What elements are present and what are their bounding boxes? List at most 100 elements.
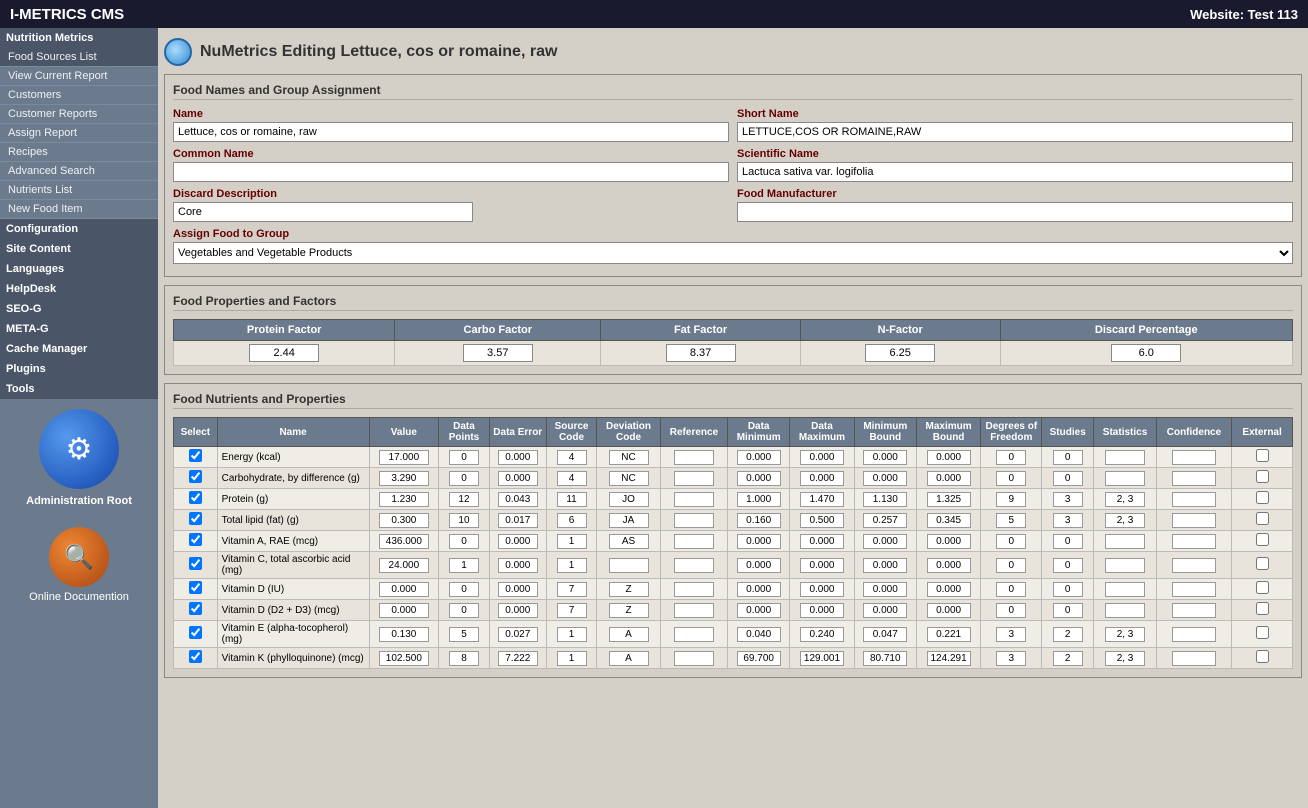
row-de-2[interactable]	[498, 492, 538, 507]
row-dmax-1[interactable]	[800, 471, 844, 486]
discard-desc-input[interactable]	[173, 202, 473, 222]
row-dc-6[interactable]	[609, 582, 649, 597]
row-maxb-9[interactable]	[927, 651, 971, 666]
sidebar-item-assign-report[interactable]: Assign Report	[0, 124, 158, 143]
row-dp-6[interactable]	[449, 582, 479, 597]
row-studies-2[interactable]	[1053, 492, 1083, 507]
row-maxb-8[interactable]	[927, 627, 971, 642]
row-value-4[interactable]	[379, 534, 429, 549]
row-conf-2[interactable]	[1172, 492, 1216, 507]
row-de-4[interactable]	[498, 534, 538, 549]
row-ext-9[interactable]	[1256, 650, 1269, 663]
row-dmin-1[interactable]	[737, 471, 781, 486]
row-stats-3[interactable]	[1105, 513, 1145, 528]
row-dc-0[interactable]	[609, 450, 649, 465]
row-select-0[interactable]	[189, 449, 202, 462]
row-dof-5[interactable]	[996, 558, 1026, 573]
row-sc-6[interactable]	[557, 582, 587, 597]
row-dmin-8[interactable]	[737, 627, 781, 642]
name-input[interactable]	[173, 122, 729, 142]
fat-factor-input[interactable]	[666, 344, 736, 362]
row-ref-8[interactable]	[674, 627, 714, 642]
row-dmin-6[interactable]	[737, 582, 781, 597]
row-dc-8[interactable]	[609, 627, 649, 642]
row-value-3[interactable]	[379, 513, 429, 528]
row-sc-1[interactable]	[557, 471, 587, 486]
row-minb-0[interactable]	[863, 450, 907, 465]
row-dc-3[interactable]	[609, 513, 649, 528]
row-ext-1[interactable]	[1256, 470, 1269, 483]
row-value-6[interactable]	[379, 582, 429, 597]
row-maxb-4[interactable]	[927, 534, 971, 549]
row-ref-9[interactable]	[674, 651, 714, 666]
row-dc-2[interactable]	[609, 492, 649, 507]
row-ext-2[interactable]	[1256, 491, 1269, 504]
row-dof-9[interactable]	[996, 651, 1026, 666]
row-dof-0[interactable]	[996, 450, 1026, 465]
row-conf-6[interactable]	[1172, 582, 1216, 597]
row-dp-5[interactable]	[449, 558, 479, 573]
row-select-7[interactable]	[189, 602, 202, 615]
row-stats-7[interactable]	[1105, 603, 1145, 618]
row-select-4[interactable]	[189, 533, 202, 546]
row-studies-8[interactable]	[1053, 627, 1083, 642]
row-de-8[interactable]	[498, 627, 538, 642]
protein-factor-input[interactable]	[249, 344, 319, 362]
row-dof-7[interactable]	[996, 603, 1026, 618]
sidebar-item-food-sources[interactable]: Food Sources List	[0, 48, 158, 67]
sidebar-item-new-food[interactable]: New Food Item	[0, 200, 158, 219]
row-conf-3[interactable]	[1172, 513, 1216, 528]
row-studies-9[interactable]	[1053, 651, 1083, 666]
row-dmin-2[interactable]	[737, 492, 781, 507]
row-stats-5[interactable]	[1105, 558, 1145, 573]
row-ext-7[interactable]	[1256, 602, 1269, 615]
row-ext-4[interactable]	[1256, 533, 1269, 546]
row-dc-9[interactable]	[609, 651, 649, 666]
row-select-8[interactable]	[189, 626, 202, 639]
row-dmin-0[interactable]	[737, 450, 781, 465]
row-sc-3[interactable]	[557, 513, 587, 528]
row-value-8[interactable]	[379, 627, 429, 642]
row-ref-4[interactable]	[674, 534, 714, 549]
scientific-name-input[interactable]	[737, 162, 1293, 182]
sidebar-item-nutrients-list[interactable]: Nutrients List	[0, 181, 158, 200]
row-select-5[interactable]	[189, 557, 202, 570]
row-select-2[interactable]	[189, 491, 202, 504]
row-select-9[interactable]	[189, 650, 202, 663]
sidebar-section-languages[interactable]: Languages	[0, 259, 158, 279]
row-studies-7[interactable]	[1053, 603, 1083, 618]
sidebar-section-tools[interactable]: Tools	[0, 379, 158, 399]
row-dp-1[interactable]	[449, 471, 479, 486]
row-stats-8[interactable]	[1105, 627, 1145, 642]
row-minb-8[interactable]	[863, 627, 907, 642]
row-dc-5[interactable]	[609, 558, 649, 573]
row-dmax-7[interactable]	[800, 603, 844, 618]
row-studies-0[interactable]	[1053, 450, 1083, 465]
row-stats-1[interactable]	[1105, 471, 1145, 486]
row-sc-9[interactable]	[557, 651, 587, 666]
row-studies-4[interactable]	[1053, 534, 1083, 549]
sidebar-section-plugins[interactable]: Plugins	[0, 359, 158, 379]
row-value-1[interactable]	[379, 471, 429, 486]
row-dp-9[interactable]	[449, 651, 479, 666]
row-studies-5[interactable]	[1053, 558, 1083, 573]
row-maxb-2[interactable]	[927, 492, 971, 507]
row-dmin-3[interactable]	[737, 513, 781, 528]
row-de-9[interactable]	[498, 651, 538, 666]
row-dmax-4[interactable]	[800, 534, 844, 549]
row-studies-6[interactable]	[1053, 582, 1083, 597]
row-dmax-8[interactable]	[800, 627, 844, 642]
row-ref-1[interactable]	[674, 471, 714, 486]
row-de-3[interactable]	[498, 513, 538, 528]
row-ext-0[interactable]	[1256, 449, 1269, 462]
row-conf-5[interactable]	[1172, 558, 1216, 573]
row-ext-8[interactable]	[1256, 626, 1269, 639]
row-dp-2[interactable]	[449, 492, 479, 507]
row-ref-2[interactable]	[674, 492, 714, 507]
row-sc-0[interactable]	[557, 450, 587, 465]
row-dp-7[interactable]	[449, 603, 479, 618]
row-dmin-5[interactable]	[737, 558, 781, 573]
sidebar-item-customers[interactable]: Customers	[0, 86, 158, 105]
row-minb-6[interactable]	[863, 582, 907, 597]
sidebar-section-seo[interactable]: SEO-G	[0, 299, 158, 319]
